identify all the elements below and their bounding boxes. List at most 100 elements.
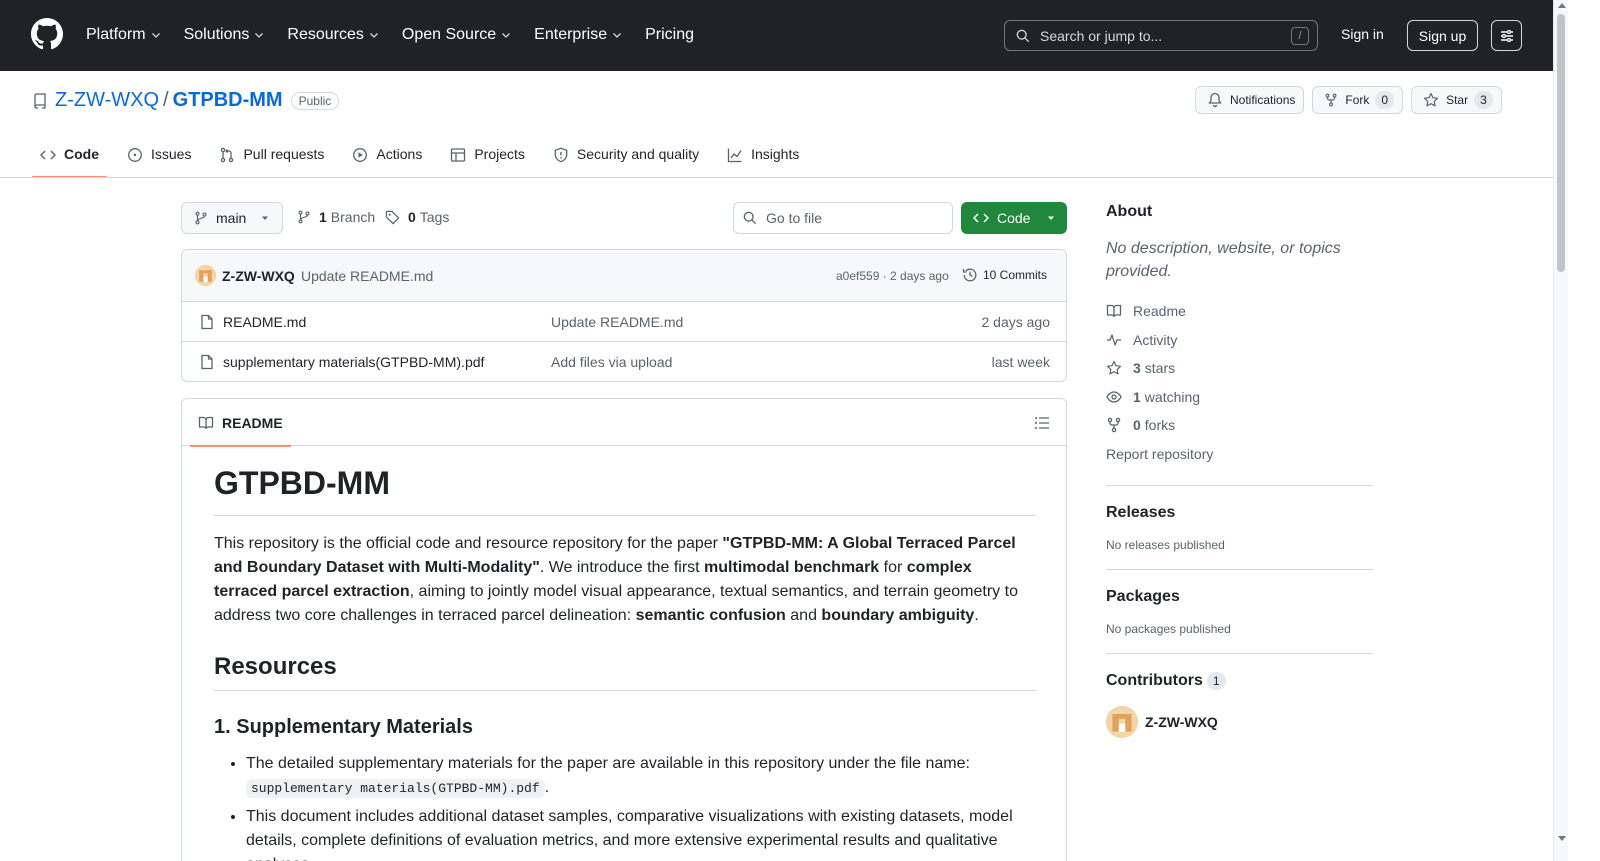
top-nav: Platform Solutions Resources Open Source… <box>86 23 716 47</box>
supplementary-heading: 1. Supplementary Materials <box>214 716 473 738</box>
tag-icon <box>385 210 400 224</box>
file-name-link[interactable]: README.md <box>223 314 306 330</box>
file-icon <box>201 354 213 370</box>
repo-owner-link[interactable]: Z-ZW-WXQ <box>55 89 159 112</box>
nav-open-source[interactable]: Open Source <box>402 23 512 47</box>
search-placeholder: Search or jump to... <box>1040 27 1163 44</box>
scroll-down-arrow-icon[interactable] <box>1558 836 1566 841</box>
tab-code[interactable]: Code <box>32 138 107 178</box>
commit-message-link[interactable]: Update README.md <box>301 268 433 284</box>
chevron-down-icon <box>151 33 160 38</box>
tab-issues[interactable]: Issues <box>119 138 199 178</box>
file-icon <box>201 314 213 330</box>
sidebar-readme-link[interactable]: Readme <box>1106 297 1373 326</box>
github-logo-icon[interactable] <box>31 18 63 50</box>
sidebar-forks-link[interactable]: 0 forks <box>1106 411 1373 440</box>
contributor-name: Z-ZW-WXQ <box>1145 714 1218 730</box>
repo-separator: / <box>163 89 169 111</box>
file-table: Z-ZW-WXQ Update README.md a0ef559 · 2 da… <box>181 249 1067 382</box>
contributor-item[interactable]: Z-ZW-WXQ <box>1106 706 1373 738</box>
about-heading: About <box>1106 203 1153 220</box>
nav-resources[interactable]: Resources <box>287 23 379 47</box>
sign-in-link[interactable]: Sign in <box>1341 26 1384 42</box>
pull-request-icon <box>221 147 234 163</box>
sliders-icon <box>1500 29 1513 42</box>
releases-empty: No releases published <box>1106 538 1225 552</box>
notifications-button[interactable]: Notifications <box>1195 86 1305 114</box>
contributors-heading[interactable]: Contributors 1 <box>1106 672 1373 690</box>
code-dropdown-button[interactable]: Code <box>961 202 1067 234</box>
packages-heading[interactable]: Packages <box>1106 588 1373 606</box>
commits-history-link[interactable]: 10 Commits <box>962 267 1047 283</box>
report-repository-link[interactable]: Report repository <box>1106 440 1373 469</box>
readme-panel: README GTPBD-MM This repository is the o… <box>181 398 1067 861</box>
nav-pricing[interactable]: Pricing <box>645 23 694 47</box>
list-icon[interactable] <box>1034 415 1050 431</box>
releases-heading[interactable]: Releases <box>1106 504 1373 522</box>
repo-tabs: Code Issues Pull requests Actions Projec… <box>32 138 819 178</box>
star-button[interactable]: Star 3 <box>1411 86 1502 114</box>
search-icon <box>743 211 757 225</box>
avatar[interactable] <box>195 265 216 286</box>
chevron-down-icon <box>255 33 264 38</box>
sign-up-button[interactable]: Sign up <box>1407 20 1478 51</box>
scrollbar-thumb[interactable] <box>1557 14 1565 272</box>
commit-hash-link[interactable]: a0ef559 · 2 days ago <box>836 269 949 283</box>
sidebar-stars-link[interactable]: 3 stars <box>1106 354 1373 383</box>
repo-name-link[interactable]: GTPBD-MM <box>173 89 283 112</box>
readme-title: GTPBD-MM <box>214 463 1036 516</box>
chevron-down-icon <box>369 33 378 38</box>
scroll-up-arrow-icon[interactable] <box>1558 3 1566 8</box>
file-name-link[interactable]: supplementary materials(GTPBD-MM).pdf <box>223 354 484 370</box>
nav-solutions[interactable]: Solutions <box>184 23 266 47</box>
global-header: Platform Solutions Resources Open Source… <box>0 0 1553 71</box>
branch-icon <box>195 211 207 225</box>
fork-icon <box>1325 93 1337 107</box>
tab-insights[interactable]: Insights <box>719 138 807 178</box>
branch-selector[interactable]: main <box>181 202 283 234</box>
fork-button[interactable]: Fork 0 <box>1312 86 1404 114</box>
repo-title: Z-ZW-WXQ / GTPBD-MM Public <box>32 89 340 112</box>
bell-icon <box>1208 92 1222 108</box>
tags-link[interactable]: 0 Tags <box>385 209 449 225</box>
readme-intro: This repository is the official code and… <box>214 535 1018 624</box>
avatar[interactable] <box>1106 706 1138 738</box>
header-menu-button[interactable] <box>1491 20 1522 51</box>
tab-projects[interactable]: Projects <box>442 138 533 178</box>
search-icon <box>1016 29 1030 42</box>
commit-author-link[interactable]: Z-ZW-WXQ <box>222 268 295 284</box>
fork-icon <box>1107 417 1121 433</box>
star-icon <box>1423 92 1439 107</box>
sidebar-activity-link[interactable]: Activity <box>1106 326 1373 355</box>
play-icon <box>353 148 368 162</box>
page-scrollbar[interactable] <box>1553 0 1568 861</box>
repo-sidebar: About No description, website, or topics… <box>1106 203 1373 738</box>
nav-platform[interactable]: Platform <box>86 23 162 47</box>
resources-heading: Resources <box>214 652 1036 691</box>
go-to-file-input[interactable]: Go to file <box>733 202 953 234</box>
caret-down-icon <box>1048 216 1055 220</box>
chevron-down-icon <box>613 33 622 38</box>
tab-security[interactable]: Security and quality <box>545 138 707 178</box>
global-search-input[interactable]: Search or jump to... / <box>1004 20 1318 51</box>
tab-pull-requests[interactable]: Pull requests <box>211 138 332 178</box>
list-item: The detailed supplementary materials for… <box>246 752 1036 801</box>
branch-icon <box>298 210 310 224</box>
readme-tab[interactable]: README <box>190 399 291 447</box>
tab-actions[interactable]: Actions <box>344 138 430 178</box>
file-commit-link[interactable]: Update README.md <box>551 314 683 330</box>
book-icon <box>198 416 214 429</box>
caret-down-icon <box>262 216 269 220</box>
branches-link[interactable]: 1 Branch <box>297 209 375 225</box>
supplementary-list: The detailed supplementary materials for… <box>214 752 1036 861</box>
file-commit-link[interactable]: Add files via upload <box>551 354 672 370</box>
code-icon <box>40 150 56 160</box>
issue-icon <box>128 148 142 162</box>
nav-enterprise[interactable]: Enterprise <box>534 23 623 47</box>
visibility-badge: Public <box>290 91 340 110</box>
packages-empty: No packages published <box>1106 622 1231 636</box>
readme-header: README <box>182 399 1066 447</box>
sidebar-watching-link[interactable]: 1 watching <box>1106 383 1373 412</box>
tabs-divider <box>0 177 1553 178</box>
chevron-down-icon <box>502 33 511 38</box>
